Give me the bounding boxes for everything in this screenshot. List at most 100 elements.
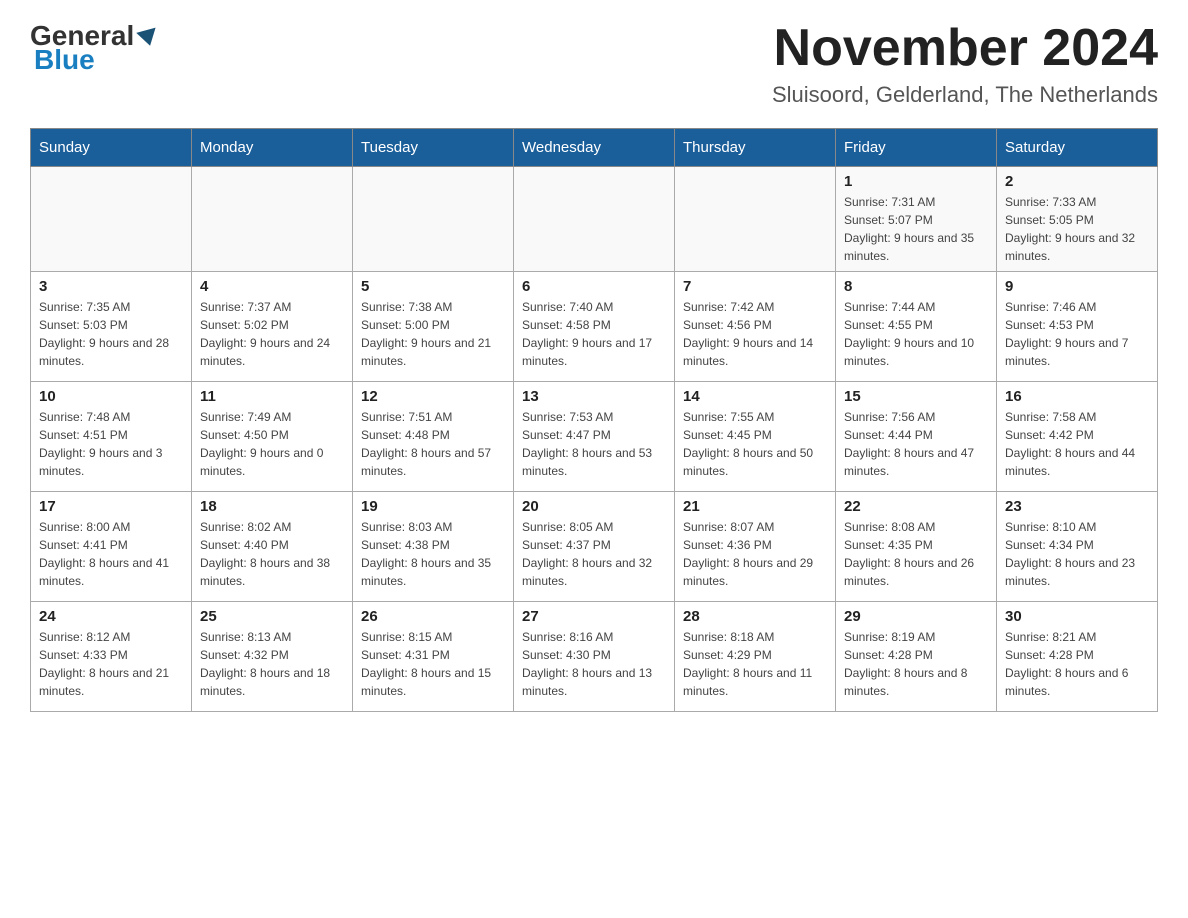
day-info: Sunrise: 7:35 AMSunset: 5:03 PMDaylight:…: [39, 298, 183, 370]
day-number: 18: [200, 498, 344, 515]
calendar-cell: 25 Sunrise: 8:13 AMSunset: 4:32 PMDayligh…: [192, 602, 353, 712]
day-info: Sunrise: 7:58 AMSunset: 4:42 PMDaylight:…: [1005, 408, 1149, 480]
day-number: 25: [200, 608, 344, 625]
calendar-cell: [514, 167, 675, 272]
day-info: Sunrise: 8:12 AMSunset: 4:33 PMDaylight:…: [39, 628, 183, 700]
day-number: 28: [683, 608, 827, 625]
day-number: 12: [361, 388, 505, 405]
calendar-week-2: 3 Sunrise: 7:35 AMSunset: 5:03 PMDaylight…: [31, 272, 1158, 382]
day-info: Sunrise: 7:31 AMSunset: 5:07 PMDaylight:…: [844, 193, 988, 265]
day-info: Sunrise: 8:13 AMSunset: 4:32 PMDaylight:…: [200, 628, 344, 700]
calendar-cell: [675, 167, 836, 272]
day-info: Sunrise: 8:19 AMSunset: 4:28 PMDaylight:…: [844, 628, 988, 700]
calendar-header-row: SundayMondayTuesdayWednesdayThursdayFrid…: [31, 129, 1158, 167]
day-number: 20: [522, 498, 666, 515]
calendar-week-5: 24 Sunrise: 8:12 AMSunset: 4:33 PMDayligh…: [31, 602, 1158, 712]
calendar-table: SundayMondayTuesdayWednesdayThursdayFrid…: [30, 128, 1158, 712]
day-number: 27: [522, 608, 666, 625]
day-number: 7: [683, 278, 827, 295]
calendar-cell: 12 Sunrise: 7:51 AMSunset: 4:48 PMDayligh…: [353, 382, 514, 492]
day-info: Sunrise: 7:44 AMSunset: 4:55 PMDaylight:…: [844, 298, 988, 370]
day-info: Sunrise: 7:33 AMSunset: 5:05 PMDaylight:…: [1005, 193, 1149, 265]
calendar-cell: 1Sunrise: 7:31 AMSunset: 5:07 PMDaylight…: [836, 167, 997, 272]
calendar-week-4: 17 Sunrise: 8:00 AMSunset: 4:41 PMDayligh…: [31, 492, 1158, 602]
calendar-cell: 28 Sunrise: 8:18 AMSunset: 4:29 PMDayligh…: [675, 602, 836, 712]
day-number: 5: [361, 278, 505, 295]
day-number: 15: [844, 388, 988, 405]
calendar-cell: 16 Sunrise: 7:58 AMSunset: 4:42 PMDayligh…: [997, 382, 1158, 492]
day-number: 8: [844, 278, 988, 295]
calendar-cell: 2Sunrise: 7:33 AMSunset: 5:05 PMDaylight…: [997, 167, 1158, 272]
calendar-cell: 3 Sunrise: 7:35 AMSunset: 5:03 PMDaylight…: [31, 272, 192, 382]
calendar-cell: [353, 167, 514, 272]
page-header: General Blue November 2024 Sluisoord, Ge…: [30, 20, 1158, 108]
month-title: November 2024: [772, 20, 1158, 77]
calendar-cell: 5 Sunrise: 7:38 AMSunset: 5:00 PMDaylight…: [353, 272, 514, 382]
day-number: 13: [522, 388, 666, 405]
day-info: Sunrise: 7:38 AMSunset: 5:00 PMDaylight:…: [361, 298, 505, 370]
weekday-header-saturday: Saturday: [997, 129, 1158, 167]
calendar-cell: 9Sunrise: 7:46 AMSunset: 4:53 PMDaylight…: [997, 272, 1158, 382]
day-number: 4: [200, 278, 344, 295]
day-number: 19: [361, 498, 505, 515]
calendar-cell: 18 Sunrise: 8:02 AMSunset: 4:40 PMDayligh…: [192, 492, 353, 602]
calendar-cell: 30Sunrise: 8:21 AMSunset: 4:28 PMDayligh…: [997, 602, 1158, 712]
calendar-cell: [192, 167, 353, 272]
day-number: 22: [844, 498, 988, 515]
calendar-cell: 22 Sunrise: 8:08 AMSunset: 4:35 PMDayligh…: [836, 492, 997, 602]
day-number: 21: [683, 498, 827, 515]
weekday-header-friday: Friday: [836, 129, 997, 167]
day-info: Sunrise: 8:07 AMSunset: 4:36 PMDaylight:…: [683, 518, 827, 590]
calendar-cell: 10 Sunrise: 7:48 AMSunset: 4:51 PMDayligh…: [31, 382, 192, 492]
day-number: 16: [1005, 388, 1149, 405]
day-info: Sunrise: 8:03 AMSunset: 4:38 PMDaylight:…: [361, 518, 505, 590]
logo-blue: Blue: [30, 44, 95, 76]
day-info: Sunrise: 7:56 AMSunset: 4:44 PMDaylight:…: [844, 408, 988, 480]
weekday-header-wednesday: Wednesday: [514, 129, 675, 167]
day-number: 26: [361, 608, 505, 625]
day-info: Sunrise: 7:51 AMSunset: 4:48 PMDaylight:…: [361, 408, 505, 480]
day-number: 30: [1005, 608, 1149, 625]
calendar-cell: 21 Sunrise: 8:07 AMSunset: 4:36 PMDayligh…: [675, 492, 836, 602]
day-number: 17: [39, 498, 183, 515]
calendar-cell: 20Sunrise: 8:05 AMSunset: 4:37 PMDayligh…: [514, 492, 675, 602]
calendar-cell: 15 Sunrise: 7:56 AMSunset: 4:44 PMDayligh…: [836, 382, 997, 492]
day-info: Sunrise: 8:15 AMSunset: 4:31 PMDaylight:…: [361, 628, 505, 700]
day-number: 9: [1005, 278, 1149, 295]
logo: General Blue: [30, 20, 158, 76]
weekday-header-sunday: Sunday: [31, 129, 192, 167]
logo-triangle-icon: [137, 28, 160, 49]
weekday-header-tuesday: Tuesday: [353, 129, 514, 167]
calendar-cell: 13 Sunrise: 7:53 AMSunset: 4:47 PMDayligh…: [514, 382, 675, 492]
day-info: Sunrise: 7:48 AMSunset: 4:51 PMDaylight:…: [39, 408, 183, 480]
calendar-cell: 11Sunrise: 7:49 AMSunset: 4:50 PMDayligh…: [192, 382, 353, 492]
calendar-cell: 24 Sunrise: 8:12 AMSunset: 4:33 PMDayligh…: [31, 602, 192, 712]
calendar-cell: 6Sunrise: 7:40 AMSunset: 4:58 PMDaylight…: [514, 272, 675, 382]
day-number: 29: [844, 608, 988, 625]
day-number: 14: [683, 388, 827, 405]
calendar-cell: [31, 167, 192, 272]
calendar-cell: 14 Sunrise: 7:55 AMSunset: 4:45 PMDayligh…: [675, 382, 836, 492]
day-info: Sunrise: 7:53 AMSunset: 4:47 PMDaylight:…: [522, 408, 666, 480]
day-info: Sunrise: 8:02 AMSunset: 4:40 PMDaylight:…: [200, 518, 344, 590]
day-info: Sunrise: 8:08 AMSunset: 4:35 PMDaylight:…: [844, 518, 988, 590]
day-info: Sunrise: 8:10 AMSunset: 4:34 PMDaylight:…: [1005, 518, 1149, 590]
calendar-week-1: 1Sunrise: 7:31 AMSunset: 5:07 PMDaylight…: [31, 167, 1158, 272]
day-info: Sunrise: 8:00 AMSunset: 4:41 PMDaylight:…: [39, 518, 183, 590]
calendar-cell: 19 Sunrise: 8:03 AMSunset: 4:38 PMDayligh…: [353, 492, 514, 602]
location-title: Sluisoord, Gelderland, The Netherlands: [772, 82, 1158, 108]
day-number: 24: [39, 608, 183, 625]
day-info: Sunrise: 7:49 AMSunset: 4:50 PMDaylight:…: [200, 408, 344, 480]
weekday-header-thursday: Thursday: [675, 129, 836, 167]
day-info: Sunrise: 8:18 AMSunset: 4:29 PMDaylight:…: [683, 628, 827, 700]
day-number: 10: [39, 388, 183, 405]
day-info: Sunrise: 7:40 AMSunset: 4:58 PMDaylight:…: [522, 298, 666, 370]
title-section: November 2024 Sluisoord, Gelderland, The…: [772, 20, 1158, 108]
day-info: Sunrise: 7:37 AMSunset: 5:02 PMDaylight:…: [200, 298, 344, 370]
calendar-cell: 4 Sunrise: 7:37 AMSunset: 5:02 PMDaylight…: [192, 272, 353, 382]
weekday-header-monday: Monday: [192, 129, 353, 167]
calendar-week-3: 10 Sunrise: 7:48 AMSunset: 4:51 PMDayligh…: [31, 382, 1158, 492]
day-info: Sunrise: 7:42 AMSunset: 4:56 PMDaylight:…: [683, 298, 827, 370]
day-number: 3: [39, 278, 183, 295]
day-info: Sunrise: 7:55 AMSunset: 4:45 PMDaylight:…: [683, 408, 827, 480]
